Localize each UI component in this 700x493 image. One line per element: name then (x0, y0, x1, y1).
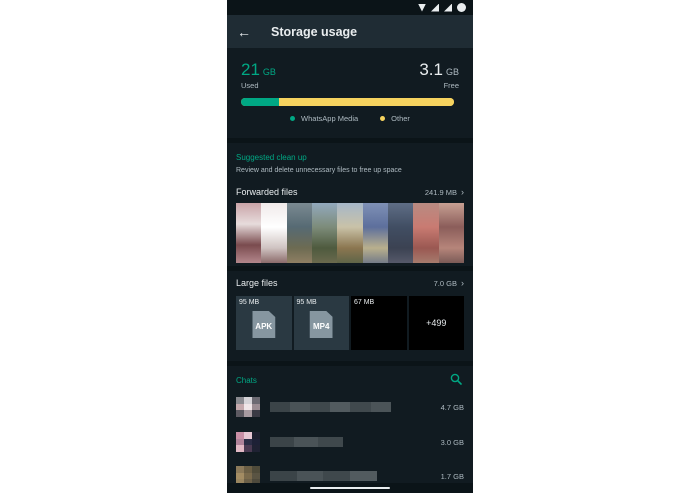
avatar (236, 397, 260, 417)
phone-screen: ← Storage usage 21 GB Used 3.1 GB Free Wha… (227, 0, 473, 493)
file-size: 95 MB (239, 299, 260, 306)
suggested-title: Suggested clean up (236, 153, 307, 162)
large-file-tile[interactable]: 95 MB MP4 (293, 296, 349, 350)
large-file-tile[interactable]: 67 MB (351, 296, 407, 350)
page-title: Storage usage (271, 24, 358, 39)
large-files-size: 7.0 GB (433, 278, 457, 288)
wifi-icon (418, 3, 426, 12)
used-label: Used (241, 81, 259, 90)
legend-dot (290, 116, 296, 121)
forwarded-files-thumbnails[interactable] (236, 203, 464, 263)
file-size: 95 MB (296, 299, 317, 306)
chat-name-blurred (270, 437, 343, 447)
chat-name-blurred (270, 471, 377, 481)
free-unit: GB (445, 67, 459, 77)
arrow-left-icon[interactable]: ← (237, 25, 261, 39)
file-size: 67 MB (354, 299, 375, 306)
chat-storage-size: 4.7 GB (440, 402, 464, 412)
chevron-right-icon: › (461, 187, 464, 197)
chat-storage-size: 1.7 GB (440, 471, 464, 481)
section-divider (227, 361, 473, 366)
more-files-tile[interactable]: +499 (408, 296, 464, 350)
large-files-title: Large files (236, 278, 278, 288)
document-icon: APK (252, 311, 276, 338)
used-value: 21 (241, 60, 260, 79)
home-gesture-pill[interactable] (310, 487, 390, 489)
chat-storage-size: 3.0 GB (440, 437, 464, 447)
large-files-grid: 95 MB APK 95 MB MP4 67 MB +499 (236, 296, 464, 350)
forwarded-files-size: 241.9 MB (424, 187, 457, 197)
storage-bar-other (279, 98, 454, 106)
section-divider (227, 138, 473, 143)
used-unit: GB (262, 67, 276, 77)
legend-label: WhatsApp Media (301, 114, 359, 123)
more-files-count: +499 (426, 318, 447, 328)
app-bar: ← Storage usage (227, 15, 473, 48)
storage-bar (241, 98, 454, 106)
chat-row[interactable]: 4.7 GB (236, 397, 464, 417)
large-file-tile[interactable]: 95 MB APK (236, 296, 292, 350)
suggested-description: Review and delete unnecessary files to f… (236, 167, 402, 174)
chats-title: Chats (236, 376, 257, 385)
storage-summary: 21 GB Used 3.1 GB Free (227, 48, 473, 90)
free-storage: 3.1 GB Free (419, 60, 459, 90)
chat-row[interactable]: 3.0 GB (236, 432, 464, 452)
free-value: 3.1 (419, 60, 443, 79)
storage-legend: WhatsApp Media Other (227, 114, 473, 123)
avatar (236, 432, 260, 452)
section-divider (227, 266, 473, 271)
file-type: MP4 (313, 322, 330, 331)
large-files-row[interactable]: Large files 7.0 GB › (236, 278, 464, 288)
forwarded-files-row[interactable]: Forwarded files 241.9 MB › (236, 187, 464, 197)
legend-label: Other (391, 114, 410, 123)
signal-icon (431, 3, 439, 12)
chevron-right-icon: › (461, 278, 464, 288)
forwarded-files-title: Forwarded files (236, 187, 298, 197)
legend-other: Other (380, 114, 410, 123)
file-type: APK (255, 322, 273, 331)
chat-name-blurred (270, 402, 391, 412)
legend-whatsapp-media: WhatsApp Media (290, 114, 358, 123)
document-icon: MP4 (309, 311, 333, 338)
free-label: Free (443, 81, 459, 90)
storage-bar-whatsapp-media (241, 98, 280, 106)
signal-icon (444, 3, 452, 12)
navigation-bar (227, 483, 473, 493)
battery-icon (457, 3, 466, 12)
legend-dot (380, 116, 386, 121)
status-bar (227, 0, 473, 15)
search-icon[interactable] (450, 373, 462, 385)
used-storage: 21 GB Used (241, 60, 276, 90)
